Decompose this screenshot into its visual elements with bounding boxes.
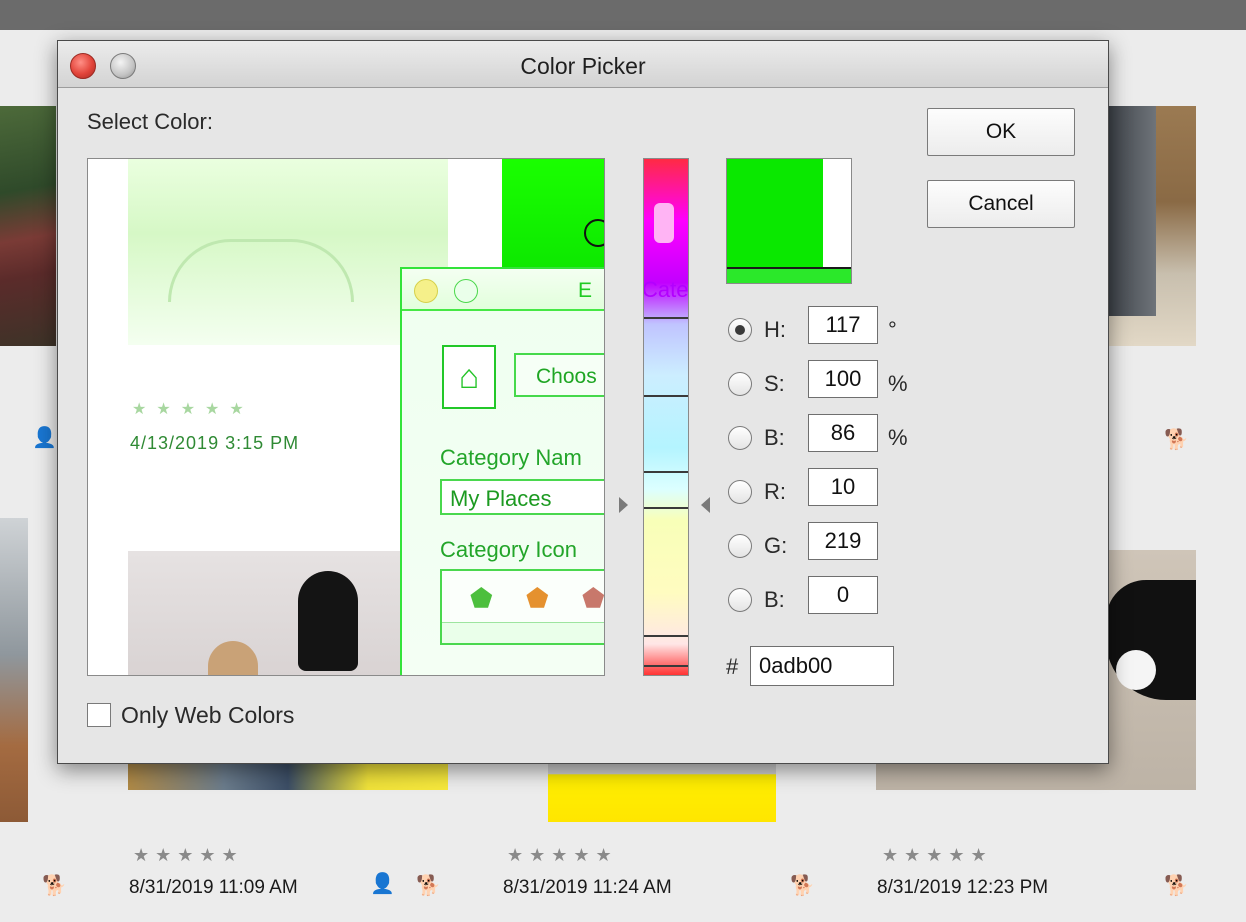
preview-region [502,159,604,269]
photo-thumbnail[interactable] [548,762,776,822]
only-web-colors-checkbox[interactable] [87,703,111,727]
red-radio[interactable] [728,480,752,504]
color-field-cursor[interactable] [584,219,604,247]
preview-category-window: E ⌂ Choos Category Nam My Places Categor… [400,267,605,675]
photo-content [298,571,358,671]
saturation-label: S: [764,371,785,396]
preview-category-name-field: My Places [440,479,604,515]
preview-date: 4/13/2019 3:15 PM [130,433,300,453]
dog-icon: 🐕 [42,875,67,897]
ok-button[interactable]: OK [927,108,1075,156]
green-radio[interactable] [728,534,752,558]
app-top-bar [0,0,1246,30]
preview-window-dot [454,279,478,303]
hue-radio[interactable] [728,318,752,342]
person-icon: 👤 [370,873,395,895]
old-color-preview [727,267,851,283]
green-input[interactable]: 219 [808,522,878,560]
dog-icon: 🐕 [790,875,815,897]
percent-unit: % [888,425,908,450]
slider-tick [644,317,688,319]
preview-window-titlebar: E [402,269,604,311]
preview-choose-button: Choos [514,353,604,397]
preview-window-dot [414,279,438,303]
preview-category-name-label: Category Nam [440,445,582,470]
hue-label: H: [764,317,786,342]
blue-input[interactable]: 0 [808,576,878,614]
preview-icon-list: ⬟ ⬟ ⬟ [440,569,605,645]
red-house-icon: ⬟ [582,583,605,613]
slider-overlap-text: Cate [643,277,689,302]
color-swatch [726,158,852,284]
photo-date: 8/31/2019 12:23 PM [877,877,1049,898]
photo-date: 8/31/2019 11:09 AM [129,877,298,898]
photo-thumbnail[interactable] [128,762,448,790]
red-label: R: [764,479,786,504]
dog-icon: 🐕 [416,875,441,897]
hue-slider[interactable]: Cate [643,158,689,676]
slider-content [654,203,674,243]
blue-label: B: [764,587,785,612]
saturation-input[interactable]: 100 [808,360,878,398]
preview-window-title: E [578,279,593,302]
slider-tick [644,665,688,667]
slider-left-arrow-icon [619,497,628,513]
preview-photo [128,551,408,675]
photo-content [1106,580,1196,700]
slider-tick [644,635,688,637]
dialog-titlebar[interactable]: Color Picker [58,41,1108,88]
saturation-radio[interactable] [728,372,752,396]
rating-stars[interactable]: ★★★★★ [882,846,993,864]
blue-radio[interactable] [728,588,752,612]
dialog-title: Color Picker [520,53,646,79]
preview-stars: ★★★★★ [132,401,254,418]
house-icon: ⌂ [442,345,496,409]
color-field[interactable]: ★★★★★ 4/13/2019 3:15 PM E ⌂ Choos Catego… [87,158,605,676]
preview-region [448,159,502,269]
cancel-button[interactable]: Cancel [927,180,1075,228]
dog-icon: 🐕 [1164,875,1189,897]
rating-stars[interactable]: ★★★★★ [133,846,244,864]
brightness-input[interactable]: 86 [808,414,878,452]
hue-input[interactable]: 117 [808,306,878,344]
photo-thumbnail[interactable] [1106,106,1196,346]
slider-right-arrow-icon [701,497,710,513]
rating-stars[interactable]: ★★★★★ [507,846,618,864]
dog-icon: 🐕 [1164,429,1189,451]
color-picker-dialog: Color Picker Select Color: ★★★★★ 4/13/20… [57,40,1109,764]
brightness-radio[interactable] [728,426,752,450]
photo-thumbnail[interactable] [0,518,28,822]
brightness-label: B: [764,425,785,450]
slider-tick [644,395,688,397]
person-icon: 👤 [32,427,57,449]
photo-content [208,641,258,675]
green-house-icon: ⬟ [470,583,493,613]
degree-unit: ° [888,317,897,342]
hex-input[interactable]: 0adb00 [750,646,894,686]
orange-house-icon: ⬟ [526,583,549,613]
slider-tick [644,471,688,473]
select-color-label: Select Color: [87,109,213,134]
hex-hash-label: # [726,654,739,679]
preview-category-icon-label: Category Icon [440,537,577,562]
only-web-colors-label[interactable]: Only Web Colors [121,702,294,729]
red-input[interactable]: 10 [808,468,878,506]
slider-tick [644,507,688,509]
photo-date: 8/31/2019 11:24 AM [503,877,672,898]
preview-scrollbar [442,622,604,643]
photo-content [1106,106,1156,316]
green-label: G: [764,533,788,558]
new-color-preview [727,159,823,267]
photo-thumbnail[interactable] [0,106,56,346]
percent-unit: % [888,371,908,396]
